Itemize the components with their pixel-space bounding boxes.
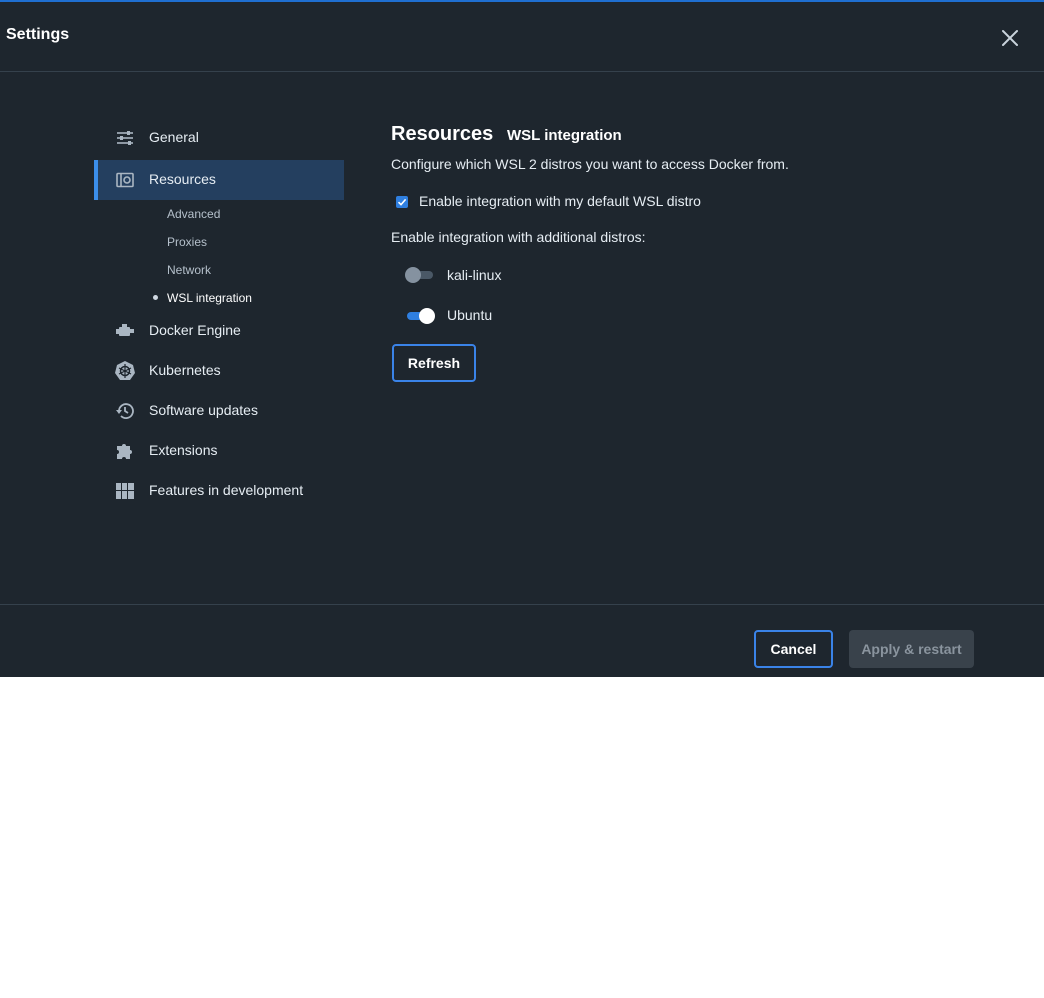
nav-item-label: Software updates bbox=[149, 402, 258, 418]
window-title: Settings bbox=[6, 26, 70, 43]
subnav-item-network[interactable]: Network bbox=[167, 263, 211, 277]
nav-item-label: Extensions bbox=[149, 442, 218, 458]
nav-item-docker-engine[interactable]: Docker Engine bbox=[94, 311, 344, 351]
ubuntu-toggle[interactable] bbox=[405, 306, 435, 326]
default-distro-label[interactable]: Enable integration with my default WSL d… bbox=[419, 193, 701, 209]
current-subitem-bullet bbox=[153, 295, 158, 300]
nav-item-resources[interactable]: Resources bbox=[94, 160, 344, 200]
nav-item-label: General bbox=[149, 129, 199, 145]
page-description: Configure which WSL 2 distros you want t… bbox=[391, 156, 789, 172]
nav-item-extensions[interactable]: Extensions bbox=[94, 431, 344, 471]
checkmark-icon bbox=[397, 198, 407, 206]
distro-name: Ubuntu bbox=[447, 307, 493, 323]
nav-item-features-in-development[interactable]: Features in development bbox=[94, 471, 344, 511]
nav-item-kubernetes[interactable]: Kubernetes bbox=[94, 351, 344, 391]
toggle-knob bbox=[419, 308, 435, 324]
nav-item-label: Resources bbox=[149, 171, 216, 187]
apply-restart-button[interactable]: Apply & restart bbox=[849, 630, 974, 668]
additional-distros-label: Enable integration with additional distr… bbox=[391, 229, 646, 245]
close-button[interactable] bbox=[998, 26, 1022, 50]
resources-icon bbox=[114, 170, 136, 190]
nav-item-label: Docker Engine bbox=[149, 322, 241, 338]
kali-linux-toggle[interactable] bbox=[405, 265, 435, 285]
subnav-item-proxies[interactable]: Proxies bbox=[167, 235, 207, 249]
cancel-button[interactable]: Cancel bbox=[754, 630, 833, 668]
default-distro-checkbox[interactable] bbox=[396, 196, 408, 208]
sliders-icon bbox=[114, 128, 136, 148]
distro-name: kali-linux bbox=[447, 267, 502, 283]
nav-item-label: Features in development bbox=[149, 482, 304, 498]
title-bar: Settings bbox=[0, 2, 1044, 72]
engine-icon bbox=[114, 321, 136, 341]
refresh-button[interactable]: Refresh bbox=[392, 344, 476, 382]
nav-item-label: Kubernetes bbox=[149, 362, 221, 378]
history-icon bbox=[114, 401, 136, 421]
grid-icon bbox=[114, 481, 136, 501]
subnav-item-advanced[interactable]: Advanced bbox=[167, 207, 220, 221]
kubernetes-icon bbox=[114, 361, 136, 381]
subnav-item-wsl-integration[interactable]: WSL integration bbox=[167, 291, 252, 305]
footer-bar: Cancel Apply & restart bbox=[0, 604, 1044, 678]
toggle-knob bbox=[405, 267, 421, 283]
page-subtitle: WSL integration bbox=[507, 127, 622, 144]
settings-window: Settings General Resources Advanced Prox… bbox=[0, 0, 1044, 677]
nav-item-general[interactable]: General bbox=[94, 118, 344, 158]
close-icon bbox=[1002, 30, 1018, 46]
page-title: Resources bbox=[391, 123, 494, 145]
puzzle-icon bbox=[114, 441, 136, 461]
nav-item-software-updates[interactable]: Software updates bbox=[94, 391, 344, 431]
